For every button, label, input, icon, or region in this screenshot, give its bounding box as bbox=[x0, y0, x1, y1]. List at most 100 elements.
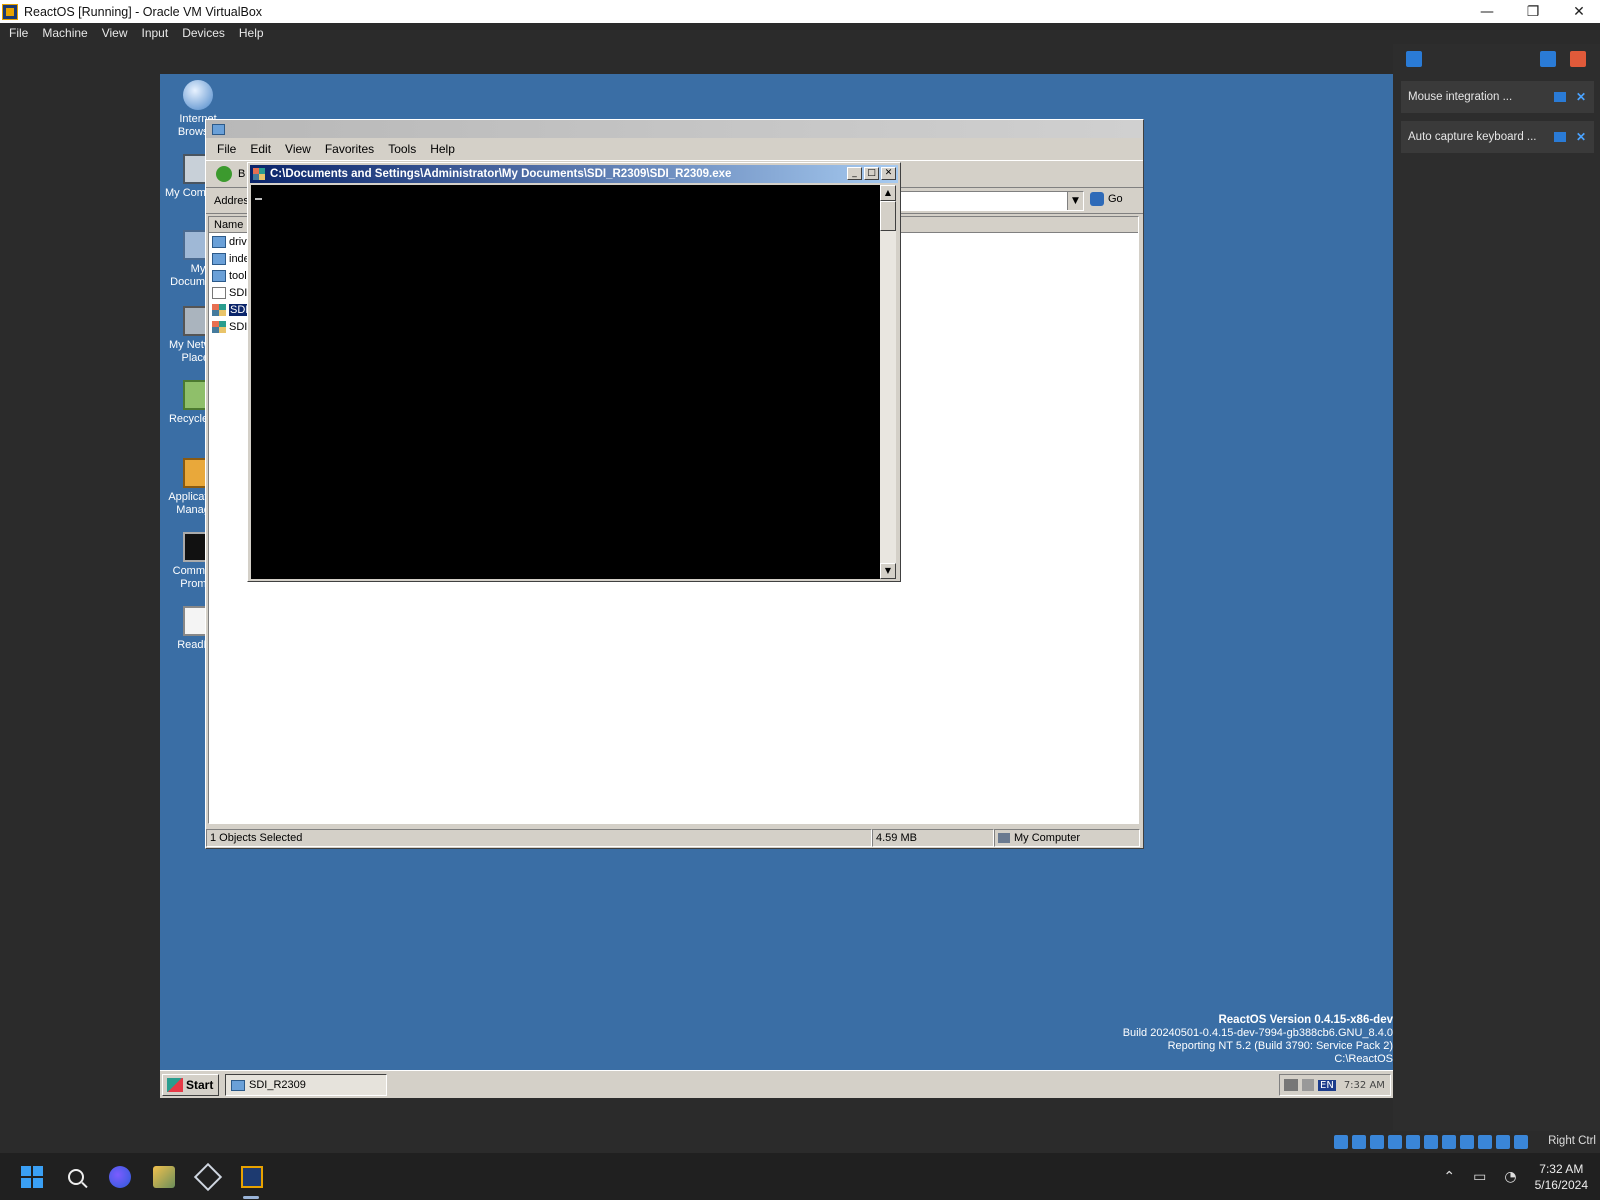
reactos-start-icon bbox=[167, 1078, 183, 1092]
taskbar-firefox[interactable] bbox=[104, 1161, 136, 1193]
windows-taskbar: ⌃ ▭ ◔ 7:32 AM 5/16/2024 bbox=[0, 1153, 1600, 1200]
console-close-button[interactable]: ✕ bbox=[881, 167, 896, 180]
os-version-info: ReactOS Version 0.4.15-x86-dev Build 202… bbox=[1123, 1014, 1393, 1066]
address-dropdown-icon[interactable]: ▼ bbox=[1067, 192, 1083, 210]
notification-center: Mouse integration ... ✕ Auto capture key… bbox=[1393, 44, 1600, 1131]
folder-icon bbox=[212, 123, 225, 135]
explorer-titlebar[interactable] bbox=[206, 120, 1143, 138]
back-arrow-icon[interactable] bbox=[216, 166, 232, 182]
explorer-menu-view[interactable]: View bbox=[285, 142, 311, 156]
host-titlebar: ReactOS [Running] - Oracle VM VirtualBox… bbox=[0, 0, 1600, 23]
network-icon[interactable] bbox=[1302, 1079, 1314, 1091]
menu-file[interactable]: File bbox=[9, 26, 28, 40]
status-location-label: My Computer bbox=[1014, 832, 1081, 844]
windows-system-tray: ⌃ ▭ ◔ 7:32 AM 5/16/2024 bbox=[1443, 1153, 1600, 1200]
windows-logo-icon bbox=[21, 1166, 43, 1188]
search-button[interactable] bbox=[60, 1161, 92, 1193]
file-name: SDI bbox=[229, 286, 248, 299]
notification-auto-capture-keyboard[interactable]: Auto capture keyboard ... ✕ bbox=[1401, 121, 1594, 153]
console-maximize-button[interactable]: □ bbox=[864, 167, 879, 180]
text-cursor bbox=[255, 198, 262, 200]
windows-clock[interactable]: 7:32 AM 5/16/2024 bbox=[1535, 1161, 1588, 1193]
menu-input[interactable]: Input bbox=[142, 26, 169, 40]
menu-devices[interactable]: Devices bbox=[182, 26, 225, 40]
console-output[interactable] bbox=[251, 185, 880, 579]
language-indicator[interactable]: EN bbox=[1318, 1079, 1336, 1091]
virtualbox-app-icon bbox=[2, 3, 18, 20]
guest-screen[interactable]: Internet Browser My Computer My Document… bbox=[160, 74, 1393, 1098]
explorer-menu-edit[interactable]: Edit bbox=[250, 142, 271, 156]
shared-folders-icon[interactable] bbox=[1424, 1135, 1438, 1149]
close-button[interactable]: ✕ bbox=[1556, 0, 1600, 23]
scroll-up-arrow-icon[interactable]: ▲ bbox=[880, 185, 896, 201]
folder-icon bbox=[231, 1079, 245, 1091]
pin-icon[interactable] bbox=[1554, 92, 1566, 102]
notification-mouse-integration[interactable]: Mouse integration ... ✕ bbox=[1401, 81, 1594, 113]
host-key-label[interactable]: Right Ctrl bbox=[1548, 1135, 1596, 1147]
console-minimize-button[interactable]: _ bbox=[847, 167, 862, 180]
restore-button[interactable]: ❐ bbox=[1510, 0, 1556, 23]
explorer-menu-tools[interactable]: Tools bbox=[388, 142, 416, 156]
os-build-line: Build 20240501-0.4.15-dev-7994-gb388cb6.… bbox=[1122, 1027, 1393, 1039]
search-icon bbox=[68, 1169, 84, 1185]
cpu-icon[interactable] bbox=[1478, 1135, 1492, 1149]
folder-icon bbox=[212, 269, 226, 282]
vm-status-bar: Right Ctrl bbox=[0, 1131, 1600, 1153]
hard-disk-icon[interactable] bbox=[1334, 1135, 1348, 1149]
volume-icon[interactable] bbox=[1284, 1079, 1298, 1091]
keyboard-capture-icon[interactable] bbox=[1514, 1135, 1528, 1149]
os-path-line: C:\ReactOS bbox=[1334, 1053, 1393, 1065]
guest-system-tray: EN 7:32 AM bbox=[1279, 1074, 1391, 1096]
document-icon bbox=[212, 286, 226, 299]
pin-icon[interactable] bbox=[1554, 132, 1566, 142]
folder-icon bbox=[212, 235, 226, 248]
usb-icon[interactable] bbox=[1406, 1135, 1420, 1149]
menu-help[interactable]: Help bbox=[239, 26, 264, 40]
guest-clock: 7:32 AM bbox=[1343, 1079, 1385, 1091]
explorer-menu-help[interactable]: Help bbox=[430, 142, 455, 156]
cube-icon bbox=[193, 1162, 223, 1192]
menu-view[interactable]: View bbox=[102, 26, 128, 40]
explorer-menu-favorites[interactable]: Favorites bbox=[325, 142, 374, 156]
network-icon[interactable]: ◔ bbox=[1504, 1169, 1516, 1185]
clear-all-icon[interactable] bbox=[1570, 51, 1586, 67]
taskbar-tool-app[interactable] bbox=[148, 1161, 180, 1193]
scroll-thumb[interactable] bbox=[880, 201, 896, 231]
scroll-down-arrow-icon[interactable]: ▼ bbox=[880, 563, 896, 579]
close-icon[interactable]: ✕ bbox=[1576, 130, 1586, 144]
folder-icon bbox=[212, 252, 226, 265]
minimize-button[interactable]: — bbox=[1464, 0, 1510, 23]
console-titlebar[interactable]: C:\Documents and Settings\Administrator\… bbox=[250, 165, 898, 183]
network-adapter-icon[interactable] bbox=[1388, 1135, 1402, 1149]
chevron-up-icon[interactable]: ⌃ bbox=[1443, 1169, 1455, 1185]
taskbar-button-sdi[interactable]: SDI_R2309 bbox=[225, 1074, 387, 1096]
executable-icon bbox=[212, 303, 226, 316]
explorer-menubar: File Edit View Favorites Tools Help bbox=[206, 138, 1143, 160]
vm-status-icons bbox=[1334, 1135, 1528, 1149]
console-window[interactable]: C:\Documents and Settings\Administrator\… bbox=[247, 162, 901, 582]
back-button-label[interactable]: B bbox=[238, 168, 245, 180]
recording-icon[interactable] bbox=[1460, 1135, 1474, 1149]
display-icon[interactable] bbox=[1442, 1135, 1456, 1149]
explorer-menu-file[interactable]: File bbox=[217, 142, 236, 156]
file-name: driv bbox=[229, 235, 247, 248]
taskbar-3d-app[interactable] bbox=[192, 1161, 224, 1193]
windows-start-button[interactable] bbox=[16, 1161, 48, 1193]
file-name: tool bbox=[229, 269, 247, 282]
clock-date: 5/16/2024 bbox=[1534, 1177, 1588, 1192]
menu-machine[interactable]: Machine bbox=[42, 26, 87, 40]
sdi-app-icon bbox=[253, 168, 265, 180]
start-button[interactable]: Start bbox=[162, 1074, 219, 1096]
optical-drive-icon[interactable] bbox=[1352, 1135, 1366, 1149]
go-button[interactable]: Go bbox=[1090, 192, 1123, 206]
sort-icon[interactable] bbox=[1540, 51, 1556, 67]
go-arrow-icon bbox=[1090, 192, 1104, 206]
display-icon[interactable]: ▭ bbox=[1473, 1169, 1486, 1185]
mouse-integration-icon[interactable] bbox=[1496, 1135, 1510, 1149]
notification-center-icon[interactable] bbox=[1406, 51, 1422, 67]
close-icon[interactable]: ✕ bbox=[1576, 90, 1586, 104]
notification-text: Mouse integration ... bbox=[1408, 91, 1513, 103]
console-scrollbar[interactable]: ▲ ▼ bbox=[880, 185, 896, 579]
taskbar-virtualbox[interactable] bbox=[236, 1161, 268, 1193]
audio-icon[interactable] bbox=[1370, 1135, 1384, 1149]
